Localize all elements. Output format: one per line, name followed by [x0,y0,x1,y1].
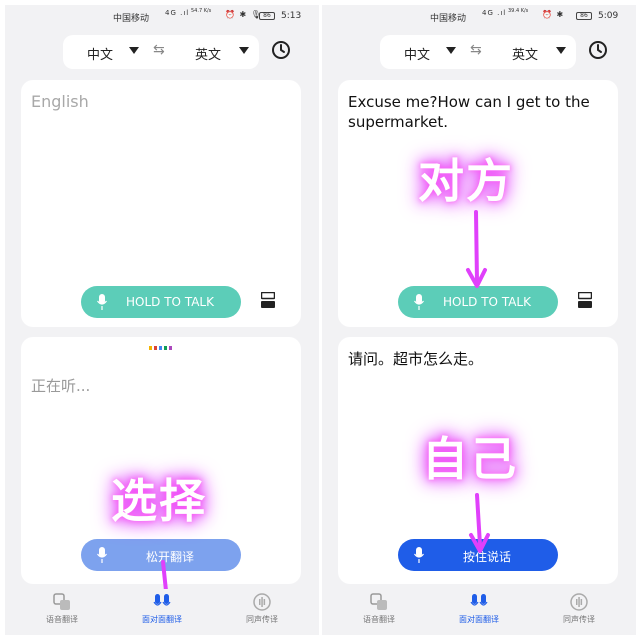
layout-toggle-icon[interactable] [578,292,592,308]
phone-screen-left: 中国移动 4G .ıl 54.7 K/s ⏰ ✱ 🎙 86 5:13 中文 ⇆ … [5,5,319,635]
listening-status: 正在听... [31,377,91,395]
carrier-label: 中国移动 [113,14,150,24]
annotation-arrow-icon [469,493,490,553]
simultaneous-icon [570,593,588,611]
bottom-tab-bar: 语音翻译 面对面翻译 同声传译 [5,589,319,635]
status-bar: 中国移动 4G .ıl 54.7 K/s ⏰ ✱ 🎙 86 5:13 [5,5,319,27]
tab-label: 面对面翻译 [142,615,182,624]
simultaneous-icon [253,593,271,611]
target-language[interactable]: 英文 [195,44,221,63]
battery-icon: 86 [576,12,592,20]
chevron-down-icon[interactable] [556,47,566,54]
input-hint: English [31,92,89,111]
hold-to-talk-label: HOLD TO TALK [443,295,531,309]
tab-label: 语音翻译 [46,615,78,624]
tab-simultaneous[interactable]: 同声传译 [534,593,624,625]
tab-face-to-face[interactable]: 面对面翻译 [117,593,207,625]
network-speed: 54.7 K/s [191,8,212,14]
tab-voice-translate[interactable]: 语音翻译 [17,593,107,625]
native-language-panel: 正在听... 松开翻译 [21,337,301,584]
status-icons: ⏰ ✱ 🎙 [225,10,262,19]
carrier-label: 中国移动 [430,14,467,24]
network-speed: 39.4 K/s [508,8,529,14]
source-text: 请问。超市怎么走。 [348,350,484,368]
chevron-down-icon[interactable] [446,47,456,54]
bottom-tab-bar: 语音翻译 面对面翻译 同声传译 [322,589,636,635]
clock: 5:09 [598,11,619,21]
hold-to-talk-button[interactable]: HOLD TO TALK [398,286,558,318]
tab-voice-translate[interactable]: 语音翻译 [334,593,424,625]
target-language[interactable]: 英文 [512,44,538,63]
signal-indicator: 4G .ıl [482,9,507,17]
hold-to-talk-button[interactable]: HOLD TO TALK [81,286,241,318]
swap-icon[interactable]: ⇆ [153,42,165,58]
source-language[interactable]: 中文 [87,44,113,63]
voice-translate-icon [370,593,387,610]
tab-label: 同声传译 [563,615,595,624]
annotation-self: 自己 [422,432,518,486]
language-selector: 中文 ⇆ 英文 [380,35,576,69]
tab-label: 同声传译 [246,615,278,624]
annotation-other-party: 对方 [418,154,514,208]
annotation-select: 选择 [111,474,207,528]
status-bar: 中国移动 4G .ıl 39.4 K/s ⏰ ✱ 86 5:09 [322,5,636,27]
hold-to-talk-label: HOLD TO TALK [126,295,214,309]
voice-translate-icon [53,593,70,610]
tab-label: 语音翻译 [363,615,395,624]
translated-text: Excuse me?How can I get to the supermark… [348,93,590,131]
clock: 5:13 [281,11,302,21]
tab-simultaneous[interactable]: 同声传译 [217,593,307,625]
source-language[interactable]: 中文 [404,44,430,63]
tab-label: 面对面翻译 [459,615,499,624]
phone-screen-right: 中国移动 4G .ıl 39.4 K/s ⏰ ✱ 86 5:09 中文 ⇆ 英文… [322,5,636,635]
battery-icon: 86 [259,12,275,20]
face-to-face-icon [153,594,171,606]
chevron-down-icon[interactable] [239,47,249,54]
listening-indicator-icon [149,346,172,350]
language-selector: 中文 ⇆ 英文 [63,35,259,69]
annotation-arrow-icon [466,210,487,288]
history-icon[interactable] [587,39,609,61]
status-icons: ⏰ ✱ [542,10,565,19]
tab-face-to-face[interactable]: 面对面翻译 [434,593,524,625]
history-icon[interactable] [270,39,292,61]
face-to-face-icon [470,594,488,606]
foreign-language-panel: English HOLD TO TALK [21,80,301,327]
signal-indicator: 4G .ıl [165,9,190,17]
chevron-down-icon[interactable] [129,47,139,54]
layout-toggle-icon[interactable] [261,292,275,308]
swap-icon[interactable]: ⇆ [470,42,482,58]
